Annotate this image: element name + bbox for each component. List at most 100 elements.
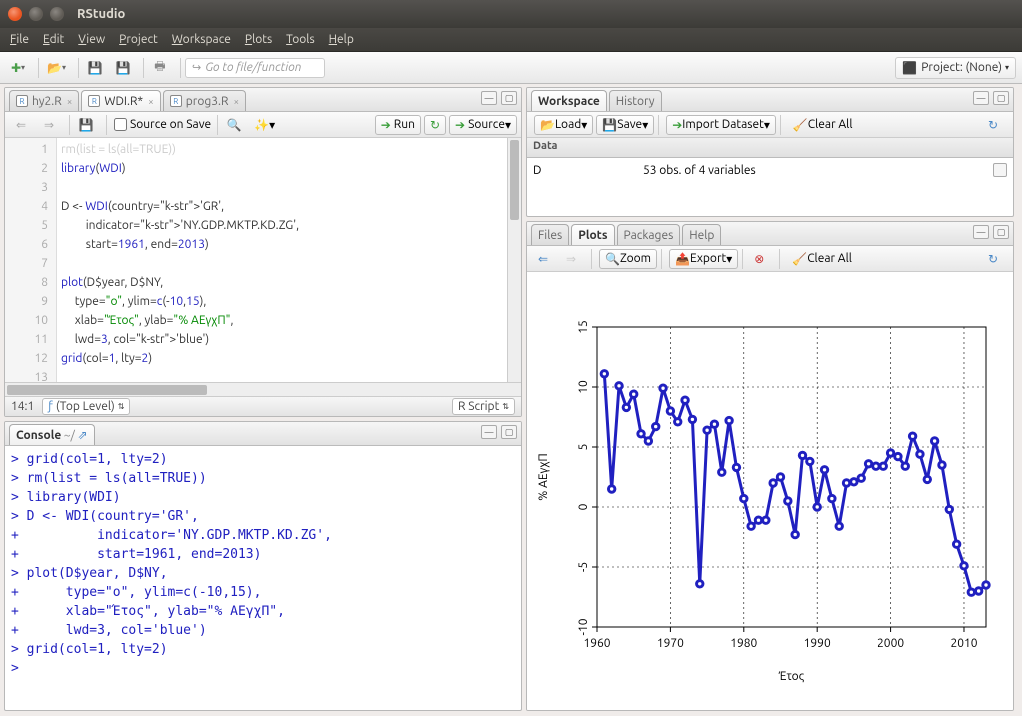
- main-toolbar: ✚▾ 📂▾ 💾 💾 🖶 ↪ Go to file/function ⬛Proje…: [0, 52, 1022, 84]
- line-gutter: 1234567891011121314: [5, 138, 57, 382]
- window-close-button[interactable]: [8, 7, 22, 21]
- svg-text:2010: 2010: [950, 637, 977, 650]
- workspace-pane: Workspace History — ▢ 📂 Load▾ 💾 Save▾ ➔ I…: [526, 87, 1014, 217]
- forward-button[interactable]: ⇒: [37, 114, 61, 136]
- svg-text:5: 5: [577, 444, 590, 451]
- svg-text:1990: 1990: [804, 637, 831, 650]
- menu-workspace[interactable]: Workspace: [172, 33, 231, 46]
- minimize-pane-icon[interactable]: —: [481, 91, 497, 105]
- zoom-button[interactable]: 🔍 Zoom: [599, 249, 657, 269]
- variable-name: D: [533, 164, 643, 177]
- menu-plots[interactable]: Plots: [245, 33, 272, 46]
- svg-text:0: 0: [577, 503, 590, 510]
- menubar: File Edit View Project Workspace Plots T…: [0, 28, 1022, 52]
- variable-desc: 53 obs. of 4 variables: [643, 164, 756, 177]
- filetype-selector[interactable]: R Script ⇅: [452, 398, 515, 415]
- remove-plot-button[interactable]: ⊗: [747, 248, 771, 270]
- svg-text:10: 10: [577, 380, 590, 394]
- source-editor[interactable]: 1234567891011121314 rm(list = ls(all=TRU…: [5, 138, 521, 382]
- save-all-button[interactable]: 💾: [111, 57, 135, 79]
- import-dataset-button[interactable]: ➔ Import Dataset▾: [666, 115, 776, 135]
- separator: [143, 58, 144, 78]
- window-maximize-button[interactable]: [50, 7, 64, 21]
- open-file-button[interactable]: 📂▾: [43, 57, 70, 79]
- separator: [38, 58, 39, 78]
- tab-prog3[interactable]: Rprog3.R×: [163, 90, 246, 111]
- menu-edit[interactable]: Edit: [43, 33, 64, 46]
- tab-files[interactable]: Files: [531, 224, 569, 245]
- save-button[interactable]: 💾: [83, 57, 107, 79]
- next-plot-button[interactable]: ⇒: [559, 248, 583, 270]
- cursor-position: 14:1: [11, 400, 34, 413]
- save-source-button[interactable]: 💾: [74, 114, 98, 136]
- tab-workspace[interactable]: Workspace: [531, 90, 607, 111]
- scrollbar-horizontal[interactable]: [5, 382, 521, 396]
- refresh-button[interactable]: ↻: [981, 114, 1005, 136]
- scope-selector[interactable]: ƒ(Top Level) ⇅: [42, 398, 130, 415]
- clear-all-button[interactable]: 🧹 Clear All: [788, 115, 858, 135]
- svg-text:1960: 1960: [583, 637, 610, 650]
- plots-toolbar: ⇐ ⇒ 🔍 Zoom 📤 Export▾ ⊗ 🧹 Clear All ↻: [527, 246, 1013, 272]
- prev-plot-button[interactable]: ⇐: [531, 248, 555, 270]
- tab-plots[interactable]: Plots: [571, 224, 614, 245]
- clear-plots-button[interactable]: 🧹 Clear All: [787, 249, 857, 269]
- tab-hy2[interactable]: Rhy2.R×: [9, 90, 79, 111]
- load-button[interactable]: 📂 Load▾: [534, 115, 593, 135]
- window-minimize-button[interactable]: [29, 7, 43, 21]
- svg-text:% ΑΕγχΠ: % ΑΕγχΠ: [537, 453, 550, 500]
- source-button[interactable]: ➔Source ▾: [449, 115, 517, 135]
- menu-tools[interactable]: Tools: [286, 33, 315, 46]
- workspace-tabs: Workspace History — ▢: [527, 88, 1013, 112]
- minimize-pane-icon[interactable]: —: [481, 425, 497, 439]
- find-button[interactable]: 🔍: [222, 114, 246, 136]
- window-title: RStudio: [77, 7, 125, 21]
- scrollbar-vertical[interactable]: [507, 138, 521, 382]
- source-on-save-label: Source on Save: [130, 118, 211, 131]
- source-pane: Rhy2.R× RWDI.R*× Rprog3.R× — ▢ ⇐ ⇒ 💾 Sour…: [4, 87, 522, 417]
- close-icon[interactable]: ×: [233, 96, 239, 107]
- maximize-pane-icon[interactable]: ▢: [501, 425, 517, 439]
- menu-project[interactable]: Project: [119, 33, 158, 46]
- menu-file[interactable]: File: [10, 33, 29, 46]
- maximize-pane-icon[interactable]: ▢: [501, 91, 517, 105]
- minimize-pane-icon[interactable]: —: [973, 225, 989, 239]
- run-button[interactable]: ➔Run: [375, 115, 421, 135]
- tab-wdi[interactable]: RWDI.R*×: [81, 90, 160, 111]
- goto-file-input[interactable]: ↪ Go to file/function: [185, 58, 325, 78]
- svg-text:Έτος: Έτος: [778, 670, 805, 683]
- workspace-section-data: Data: [527, 138, 1013, 158]
- project-menu[interactable]: ⬛Project: (None) ▾: [895, 57, 1016, 79]
- wand-button[interactable]: ✨▾: [250, 114, 279, 136]
- source-on-save-checkbox[interactable]: [114, 118, 127, 131]
- new-file-button[interactable]: ✚▾: [6, 57, 30, 79]
- plots-tabs: Files Plots Packages Help — ▢: [527, 222, 1013, 246]
- svg-text:-5: -5: [577, 562, 590, 572]
- minimize-pane-icon[interactable]: —: [973, 91, 989, 105]
- close-icon[interactable]: ×: [67, 96, 73, 107]
- svg-text:2000: 2000: [877, 637, 904, 650]
- maximize-pane-icon[interactable]: ▢: [993, 91, 1009, 105]
- tab-packages[interactable]: Packages: [617, 224, 681, 245]
- close-icon[interactable]: ×: [148, 96, 154, 107]
- menu-help[interactable]: Help: [329, 33, 354, 46]
- save-ws-button[interactable]: 💾 Save▾: [596, 115, 654, 135]
- variable-row[interactable]: D 53 obs. of 4 variables: [527, 158, 1013, 182]
- rerun-button[interactable]: ↻: [424, 115, 446, 135]
- grid-icon[interactable]: [993, 163, 1007, 177]
- tab-history[interactable]: History: [609, 90, 662, 111]
- export-button[interactable]: 📤 Export▾: [669, 249, 738, 269]
- menu-view[interactable]: View: [78, 33, 105, 46]
- refresh-plot-button[interactable]: ↻: [981, 248, 1005, 270]
- back-button[interactable]: ⇐: [9, 114, 33, 136]
- plot-area: 196019701980199020002010-10-5051015Έτος%…: [527, 272, 1013, 710]
- code-area[interactable]: rm(list = ls(all=TRUE)) library(WDI) D <…: [57, 138, 521, 382]
- print-button[interactable]: 🖶: [148, 57, 172, 79]
- maximize-pane-icon[interactable]: ▢: [993, 225, 1009, 239]
- separator: [78, 58, 79, 78]
- svg-text:15: 15: [577, 320, 590, 334]
- console-output[interactable]: > grid(col=1, lty=2) > rm(list = ls(all=…: [5, 446, 521, 710]
- chart: 196019701980199020002010-10-5051015Έτος%…: [527, 272, 1011, 702]
- tab-console[interactable]: Console ~/ ⇗: [9, 424, 95, 445]
- tab-help[interactable]: Help: [682, 224, 721, 245]
- workspace-toolbar: 📂 Load▾ 💾 Save▾ ➔ Import Dataset▾ 🧹 Clea…: [527, 112, 1013, 138]
